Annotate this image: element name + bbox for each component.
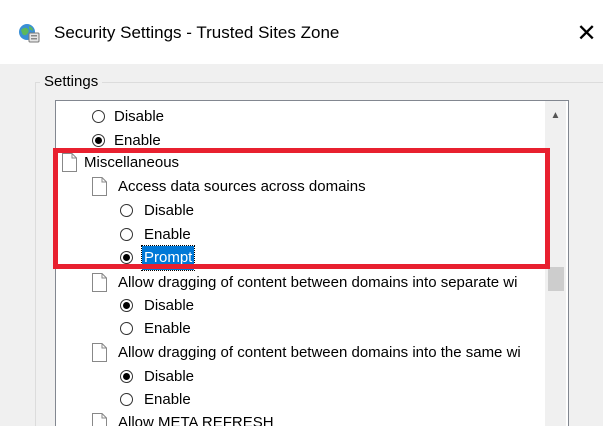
settings-tree-list[interactable]: Disable Enable Miscellaneous Access data… <box>55 100 569 426</box>
radio-button[interactable] <box>120 299 133 312</box>
list-item[interactable]: Enable <box>56 317 546 341</box>
document-icon <box>62 153 77 172</box>
list-item[interactable]: Disable <box>56 105 546 129</box>
list-item[interactable]: Prompt <box>56 245 546 271</box>
document-icon <box>92 343 107 362</box>
setting-label: Allow dragging of content between domain… <box>118 344 521 361</box>
radio-button[interactable] <box>92 110 105 123</box>
radio-button[interactable] <box>120 370 133 383</box>
list-item[interactable]: Disable <box>56 365 546 389</box>
scroll-thumb[interactable] <box>548 267 564 291</box>
radio-button[interactable] <box>92 134 105 147</box>
option-label: Prompt <box>140 245 196 271</box>
settings-group-label: Settings <box>40 72 103 92</box>
list-item[interactable]: Miscellaneous <box>56 151 546 175</box>
setting-label: Access data sources across domains <box>118 178 366 195</box>
category-label: Miscellaneous <box>84 154 180 171</box>
close-icon: ✕ <box>576 19 597 47</box>
document-icon <box>92 273 107 292</box>
list-item[interactable]: Disable <box>56 294 546 318</box>
list-item[interactable]: Allow dragging of content between domain… <box>56 341 546 365</box>
list-item[interactable]: Allow META REFRESH <box>56 411 546 426</box>
scroll-up-button[interactable]: ▲ <box>545 107 566 125</box>
radio-button[interactable] <box>120 228 133 241</box>
option-label: Disable <box>114 108 165 125</box>
list-item[interactable]: Allow dragging of content between domain… <box>56 271 546 295</box>
list-item[interactable]: Disable <box>56 199 546 223</box>
security-settings-dialog: Security Settings - Trusted Sites Zone ✕… <box>0 0 603 426</box>
list-item[interactable]: Access data sources across domains <box>56 175 546 199</box>
option-label: Enable <box>144 226 191 243</box>
window-title: Security Settings - Trusted Sites Zone <box>54 23 340 42</box>
close-button[interactable]: ✕ <box>570 14 603 52</box>
security-globe-icon <box>19 24 40 43</box>
radio-button[interactable] <box>120 204 133 217</box>
option-label: Disable <box>144 297 195 314</box>
list-item[interactable]: Enable <box>56 388 546 412</box>
list-item[interactable]: Enable <box>56 129 546 153</box>
vertical-scrollbar[interactable]: ▲ <box>545 101 566 426</box>
list-item[interactable]: Enable <box>56 223 546 247</box>
option-label: Enable <box>144 320 191 337</box>
radio-button[interactable] <box>120 322 133 335</box>
setting-label: Allow META REFRESH <box>118 414 274 426</box>
radio-button[interactable] <box>120 251 133 264</box>
chevron-up-icon: ▲ <box>550 110 561 121</box>
option-label: Disable <box>144 368 195 385</box>
option-label: Enable <box>114 132 161 149</box>
radio-button[interactable] <box>120 393 133 406</box>
option-label: Enable <box>144 391 191 408</box>
setting-label: Allow dragging of content between domain… <box>118 274 518 291</box>
option-label: Disable <box>144 202 195 219</box>
title-bar: Security Settings - Trusted Sites Zone ✕ <box>0 0 603 64</box>
document-icon <box>92 413 107 426</box>
document-icon <box>92 177 107 196</box>
